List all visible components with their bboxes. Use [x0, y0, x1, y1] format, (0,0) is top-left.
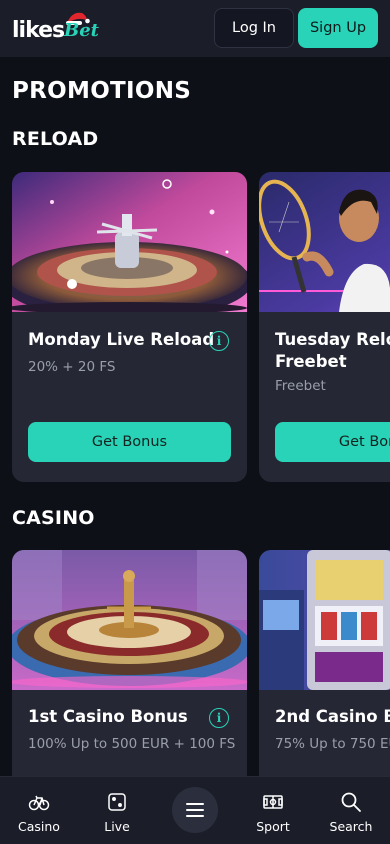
section-title-casino: CASINO — [12, 507, 95, 529]
menu-icon — [186, 803, 204, 817]
card-subtitle: 100% Up to 500 EUR + 100 FS — [28, 736, 236, 752]
get-bonus-button[interactable]: Get Bonus — [275, 422, 390, 462]
logo-text-bet: Bet — [64, 20, 99, 41]
promo-card-tuesday-reload-freebet[interactable]: Tuesday Reload Freebet Freebet Get Bonus — [259, 172, 390, 482]
promo-card-2nd-casino-bonus[interactable]: 2nd Casino Bonus 75% Up to 750 EUR — [259, 550, 390, 790]
likesbet-logo[interactable]: likes Bet — [12, 12, 102, 46]
field-icon — [263, 795, 283, 809]
casino-roulette-image — [12, 550, 247, 690]
nav-item-search[interactable]: Search — [316, 777, 386, 844]
promo-card-1st-casino-bonus[interactable]: 1st Casino Bonus i 100% Up to 500 EUR + … — [12, 550, 247, 790]
card-title: Tuesday Reload Freebet — [275, 330, 390, 371]
dice-icon — [108, 793, 126, 811]
section-title-reload: RELOAD — [12, 128, 99, 150]
card-subtitle: 20% + 20 FS — [28, 359, 116, 375]
tennis-player-image — [259, 172, 390, 312]
login-button[interactable]: Log In — [214, 8, 294, 48]
roulette-wheel-image — [12, 172, 247, 312]
info-icon[interactable]: i — [209, 708, 229, 728]
search-icon — [341, 792, 361, 812]
card-subtitle: Freebet — [275, 378, 326, 394]
top-header: likes Bet Log In Sign Up — [0, 0, 390, 57]
get-bonus-button[interactable]: Get Bonus — [28, 422, 231, 462]
signup-button[interactable]: Sign Up — [298, 8, 378, 48]
page-title: PROMOTIONS — [12, 78, 192, 104]
nav-item-casino[interactable]: Casino — [4, 777, 74, 844]
card-subtitle: 75% Up to 750 EUR — [275, 736, 390, 752]
nav-label: Search — [329, 819, 373, 834]
promo-card-monday-live-reload[interactable]: Monday Live Reload i 20% + 20 FS Get Bon… — [12, 172, 247, 482]
nav-label: Live — [104, 819, 130, 834]
menu-button[interactable] — [172, 787, 218, 833]
slot-machines-image — [259, 550, 390, 690]
nav-item-sport[interactable]: Sport — [238, 777, 308, 844]
card-title: 2nd Casino Bonus — [275, 707, 390, 726]
logo-text-likes: likes — [12, 18, 65, 43]
nav-label: Sport — [256, 819, 290, 834]
nav-label: Casino — [18, 819, 60, 834]
nav-item-live[interactable]: Live — [82, 777, 152, 844]
bottom-nav: Casino Live Sport Search — [0, 776, 390, 844]
card-title: Monday Live Reload — [28, 330, 215, 349]
promotions-page: likes Bet Log In Sign Up PROMOTIONS RELO… — [0, 0, 390, 844]
card-title: 1st Casino Bonus — [28, 707, 188, 726]
bike-icon — [28, 795, 50, 811]
info-icon[interactable]: i — [209, 331, 229, 351]
